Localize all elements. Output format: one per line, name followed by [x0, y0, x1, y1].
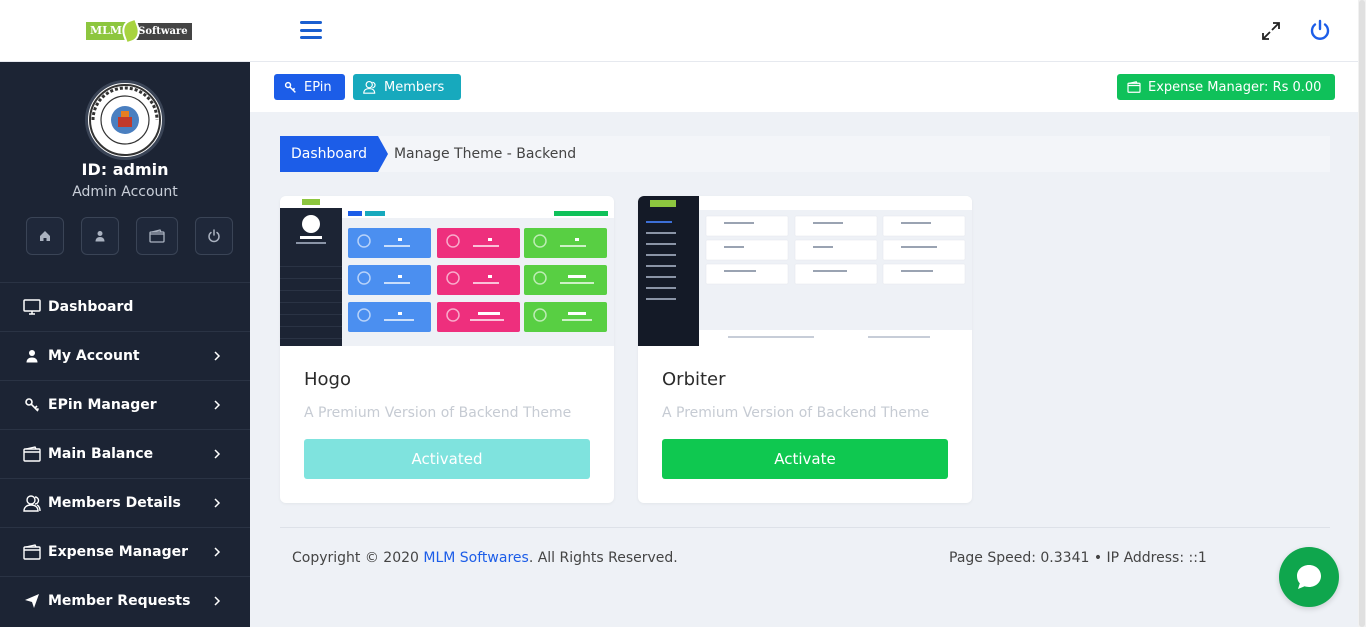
logo[interactable]: MLM Software — [86, 16, 200, 46]
sidebar-menu: Dashboard My Account EPin Manager Main B… — [0, 282, 250, 625]
theme-description: A Premium Version of Backend Theme — [662, 405, 930, 421]
activated-button[interactable]: Activated — [304, 439, 590, 479]
chat-button[interactable] — [1279, 547, 1339, 607]
top-header: MLM Software — [0, 0, 1358, 62]
expand-icon[interactable] — [1260, 20, 1282, 42]
user-id: ID: admin — [81, 160, 169, 179]
user-icon — [95, 231, 105, 242]
sidebar-item-label: EPin Manager — [48, 397, 157, 413]
chevron-right-icon — [214, 498, 221, 508]
quick-actions — [26, 217, 233, 255]
hogo-preview-image — [280, 196, 614, 346]
sidebar-item-member-requests[interactable]: Member Requests — [0, 576, 250, 625]
logo-software-text: Software — [134, 22, 192, 40]
wallet-icon — [23, 544, 41, 560]
sidebar-item-epin-manager[interactable]: EPin Manager — [0, 380, 250, 429]
chevron-right-icon — [214, 400, 221, 410]
copyright: Copyright © 2020 MLM Softwares. All Righ… — [292, 550, 678, 566]
copyright-link[interactable]: MLM Softwares — [423, 550, 528, 566]
sidebar-item-label: My Account — [48, 348, 140, 364]
logout-button[interactable] — [195, 217, 233, 255]
sidebar-item-label: Member Requests — [48, 593, 191, 609]
home-icon — [40, 231, 50, 241]
page-speed-info: Page Speed: 0.3341 • IP Address: ::1 — [949, 550, 1207, 566]
chevron-right-icon — [214, 351, 221, 361]
expense-manager-label: Expense Manager: Rs 0.00 — [1148, 79, 1322, 95]
toolbar: EPin Members Expense Manager: Rs 0.00 — [250, 62, 1358, 112]
theme-card-orbiter: Orbiter A Premium Version of Backend The… — [638, 196, 972, 503]
members-button[interactable]: Members — [353, 74, 461, 100]
wallet-icon — [23, 446, 41, 462]
sidebar: ID: admin Admin Account Dashboard My Acc… — [0, 62, 250, 627]
menu-icon[interactable] — [300, 21, 322, 39]
sidebar-item-label: Main Balance — [48, 446, 154, 462]
activate-button[interactable]: Activate — [662, 439, 948, 479]
chat-bubble-icon — [1297, 565, 1321, 589]
user-icon — [26, 350, 38, 363]
key-icon — [284, 81, 296, 93]
theme-card-hogo: Hogo A Premium Version of Backend Theme … — [280, 196, 614, 503]
chevron-right-icon — [214, 596, 221, 606]
users-icon — [23, 495, 41, 512]
sidebar-item-my-account[interactable]: My Account — [0, 331, 250, 380]
theme-description: A Premium Version of Backend Theme — [304, 405, 572, 421]
key-icon — [25, 398, 40, 412]
breadcrumb: Dashboard Manage Theme - Backend — [280, 136, 1330, 172]
avatar[interactable] — [85, 80, 165, 160]
theme-name: Orbiter — [662, 369, 726, 390]
copyright-suffix: . All Rights Reserved. — [528, 550, 678, 566]
scrollbar-thumb[interactable] — [1359, 0, 1365, 627]
wallet-icon — [149, 229, 165, 243]
home-button[interactable] — [26, 217, 64, 255]
wallet-button[interactable] — [136, 217, 178, 255]
chevron-right-icon — [214, 547, 221, 557]
expense-manager-button[interactable]: Expense Manager: Rs 0.00 — [1117, 74, 1335, 100]
sidebar-item-label: Expense Manager — [48, 544, 188, 560]
sidebar-item-dashboard[interactable]: Dashboard — [0, 282, 250, 331]
monitor-icon — [23, 299, 41, 315]
user-role: Admin Account — [72, 184, 178, 200]
sidebar-item-expense-manager[interactable]: Expense Manager — [0, 527, 250, 576]
users-icon — [363, 80, 376, 94]
orbiter-preview-image — [638, 196, 972, 346]
send-icon — [25, 594, 39, 608]
wallet-icon — [1127, 81, 1141, 93]
theme-name: Hogo — [304, 369, 351, 390]
theme-preview-orbiter — [638, 196, 972, 346]
members-button-label: Members — [384, 79, 445, 95]
power-icon — [208, 229, 220, 243]
sidebar-item-label: Members Details — [48, 495, 181, 511]
theme-preview-hogo — [280, 196, 614, 346]
sidebar-item-main-balance[interactable]: Main Balance — [0, 429, 250, 478]
profile-button[interactable] — [81, 217, 119, 255]
footer-divider — [280, 527, 1330, 528]
epin-button-label: EPin — [304, 79, 332, 95]
sidebar-item-members-details[interactable]: Members Details — [0, 478, 250, 527]
copyright-prefix: Copyright © 2020 — [292, 550, 424, 566]
power-icon[interactable] — [1308, 18, 1332, 42]
epin-button[interactable]: EPin — [274, 74, 345, 100]
chevron-right-icon — [214, 449, 221, 459]
breadcrumb-dashboard[interactable]: Dashboard — [280, 136, 388, 172]
sidebar-item-label: Dashboard — [48, 299, 134, 315]
logo-mlm-text: MLM — [86, 22, 127, 40]
avatar-seal-icon — [89, 84, 161, 156]
breadcrumb-current: Manage Theme - Backend — [393, 146, 577, 162]
